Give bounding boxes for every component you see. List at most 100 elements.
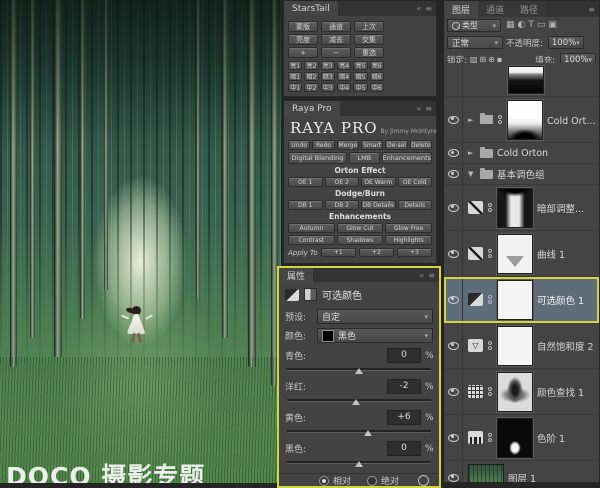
layer-mask-thumbnail[interactable] [497, 372, 533, 412]
visibility-toggle[interactable] [444, 164, 463, 184]
luminosity-mask-button-1[interactable]: 亮1 [288, 61, 302, 70]
rayapro-nav-button-3[interactable]: Enhancements [382, 152, 432, 164]
layer-name[interactable]: 色阶 1 [537, 431, 565, 445]
layer-row-颜色查找 1[interactable]: 颜色查找 1 [444, 369, 599, 415]
slider-thumb[interactable] [352, 399, 360, 405]
slider-track[interactable] [285, 365, 433, 374]
enhancement-button-1[interactable]: Contrast [288, 235, 335, 245]
levels-icon[interactable] [468, 431, 483, 444]
dodge-burn-button-3[interactable]: DB Details [361, 200, 396, 210]
layer-row-曲线 1[interactable]: 曲线 1 [444, 231, 599, 277]
tab-rayapro[interactable]: Raya Pro [284, 101, 340, 116]
layer-name[interactable]: 暗部调整... [537, 201, 584, 215]
panel-menu-icon[interactable]: ≡ [425, 104, 432, 113]
layer-mask-thumbnail[interactable] [508, 66, 544, 94]
filter-type-dropdown[interactable]: 类型 ▾ [447, 19, 501, 32]
layer-row-图层 1[interactable]: 图层 1 [444, 461, 599, 482]
rayapro-quick-button-5[interactable]: De-sel [385, 140, 407, 150]
rayapro-quick-button-4[interactable]: Smart [361, 140, 383, 150]
curves-icon[interactable] [468, 247, 483, 260]
slider-value-input[interactable]: 0 [387, 348, 421, 363]
rayapro-quick-button-1[interactable]: Undo [288, 140, 310, 150]
dodge-burn-button-2[interactable]: DB 2 [325, 200, 360, 210]
mask-link-icon[interactable] [497, 115, 503, 124]
orton-button-3[interactable]: OE Warm [361, 177, 396, 187]
luminosity-mask-button-12[interactable]: 暗6 [370, 72, 384, 81]
rayapro-quick-button-2[interactable]: Redo [312, 140, 334, 150]
orton-button-2[interactable]: OE 2 [325, 177, 360, 187]
starstail-button-3[interactable]: 交集 [354, 34, 384, 45]
mask-link-icon[interactable] [487, 433, 493, 442]
layer-mask-thumbnail[interactable] [507, 100, 543, 140]
starstail-button-3[interactable]: 重选 [354, 47, 384, 58]
slider-value-input[interactable]: +6 [387, 410, 421, 425]
visibility-toggle[interactable] [444, 369, 463, 414]
orton-button-1[interactable]: OE 1 [288, 177, 323, 187]
enhancement-button-2[interactable]: Glow Cut [337, 223, 384, 233]
luminosity-mask-button-18[interactable]: 中6 [370, 83, 384, 92]
layer-row-mask-1[interactable] [444, 63, 599, 97]
layer-name[interactable]: Cold Orton [497, 148, 548, 159]
enhancement-button-3[interactable]: Glow Free [385, 223, 432, 233]
slider-track[interactable] [285, 427, 433, 436]
collapse-icon[interactable]: « [416, 4, 421, 13]
filter-pixel-icon[interactable]: ▦ [506, 21, 515, 30]
layer-row-基本调色组[interactable]: ▼ 基本调色组 [444, 164, 599, 185]
slider-value-input[interactable]: -2 [387, 379, 421, 394]
filter-smart-object-icon[interactable]: ▣ [548, 21, 557, 30]
luminosity-mask-button-10[interactable]: 暗4 [337, 72, 351, 81]
layer-row-自然饱和度 2[interactable]: ▽ 自然饱和度 2 [444, 323, 599, 369]
starstail-button-1[interactable]: 蒙版 [288, 21, 318, 32]
visibility-toggle[interactable] [444, 63, 463, 96]
curves-icon[interactable] [468, 201, 483, 214]
starstail-button-1[interactable]: + [288, 47, 318, 58]
tab-layers[interactable]: 图层 [444, 1, 478, 17]
dodge-burn-button-1[interactable]: DB 1 [288, 200, 323, 210]
visibility-toggle[interactable] [444, 415, 463, 460]
starstail-button-2[interactable]: − [321, 47, 351, 58]
layer-mask-thumbnail[interactable] [497, 326, 533, 366]
slider-track[interactable] [285, 458, 433, 467]
tab-starstail[interactable]: StarsTail [284, 1, 338, 16]
layer-row-可选颜色 1[interactable]: 可选颜色 1 [444, 277, 599, 323]
preset-dropdown[interactable]: 自定▾ [317, 309, 433, 324]
layer-mask-thumbnail[interactable] [497, 418, 533, 458]
slider-track[interactable] [285, 396, 433, 405]
luminosity-mask-button-11[interactable]: 暗5 [353, 72, 367, 81]
visibility-toggle[interactable] [444, 323, 463, 368]
enhancement-button-1[interactable]: Autumn [288, 223, 335, 233]
expand-collapse-arrow[interactable]: ▼ [468, 170, 476, 178]
slider-thumb[interactable] [355, 368, 363, 374]
luminosity-mask-button-13[interactable]: 中1 [288, 83, 302, 92]
enhancement-button-2[interactable]: Shadows [337, 235, 384, 245]
starstail-button-2[interactable]: 通道 [321, 21, 351, 32]
layer-row-Cold Orton 副本[interactable]: ►Cold Orton 副本 [444, 97, 599, 143]
color-lookup-icon[interactable] [468, 385, 483, 398]
visibility-eye-icon[interactable] [418, 475, 429, 486]
luminosity-mask-button-4[interactable]: 亮4 [337, 61, 351, 70]
layer-mask-thumbnail[interactable] [497, 280, 533, 320]
layer-row-暗部调整...[interactable]: 暗部调整... [444, 185, 599, 231]
visibility-toggle[interactable] [444, 461, 463, 482]
rayapro-quick-button-6[interactable]: Delete [410, 140, 432, 150]
layer-mask-thumbnail[interactable] [497, 188, 533, 228]
clip-to-layer-icon[interactable] [304, 288, 317, 301]
layer-name[interactable]: 自然饱和度 2 [537, 339, 594, 353]
apply-to-button-1[interactable]: +1 [321, 248, 356, 257]
filter-shape-icon[interactable]: ▭ [537, 21, 546, 30]
tab-paths[interactable]: 路径 [512, 1, 546, 17]
luminosity-mask-button-6[interactable]: 亮6 [370, 61, 384, 70]
opacity-value[interactable]: 100%▾ [548, 36, 584, 49]
panel-menu-icon[interactable]: ≡ [428, 271, 435, 280]
layer-thumbnail[interactable] [468, 464, 504, 483]
layer-name[interactable]: 可选颜色 1 [537, 293, 584, 307]
rayapro-quick-button-3[interactable]: Merge [337, 140, 359, 150]
layer-name[interactable]: 基本调色组 [497, 167, 545, 181]
vibrance-icon[interactable]: ▽ [468, 339, 483, 352]
luminosity-mask-button-14[interactable]: 中2 [304, 83, 318, 92]
mask-link-icon[interactable] [487, 249, 493, 258]
layer-name[interactable]: 曲线 1 [537, 247, 565, 261]
visibility-toggle[interactable] [444, 185, 463, 230]
expand-collapse-arrow[interactable]: ► [468, 149, 476, 157]
tab-properties[interactable]: 属性 [279, 268, 313, 282]
